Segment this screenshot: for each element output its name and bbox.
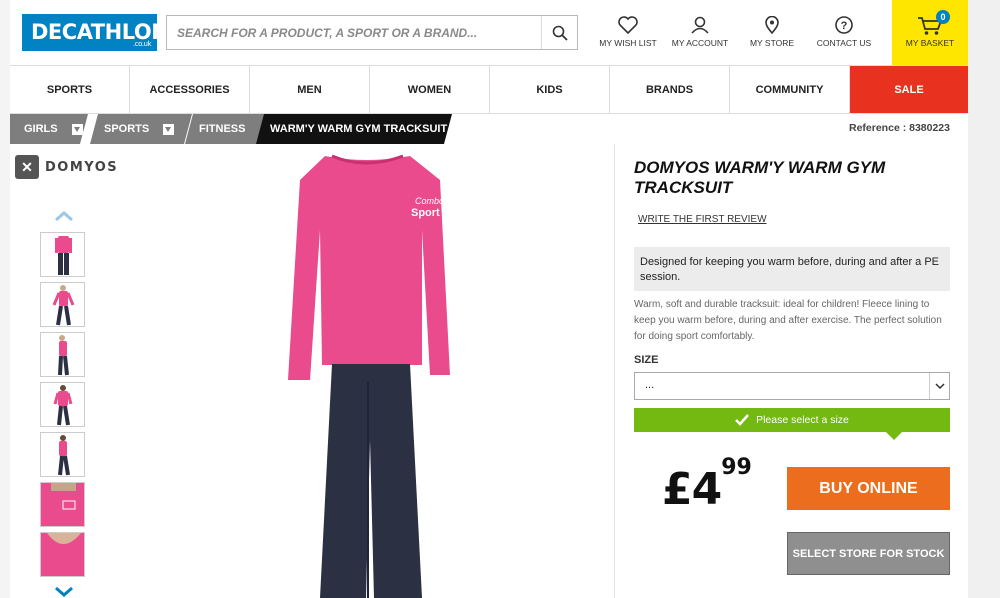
nav-kids[interactable]: KIDS: [490, 66, 610, 113]
thumbnail-front[interactable]: [40, 232, 85, 277]
size-label: SIZE: [634, 354, 659, 366]
nav-accessories[interactable]: ACCESSORIES: [130, 66, 250, 113]
help-icon: ?: [835, 16, 853, 34]
chevron-down-icon[interactable]: [929, 373, 949, 399]
write-review-link[interactable]: WRITE THE FIRST REVIEW: [638, 214, 767, 225]
page: DECATHLON .co.uk MY WISH LIST MY ACCOUNT…: [0, 0, 1000, 598]
chevron-up-icon[interactable]: [54, 210, 74, 222]
column-divider: [614, 144, 615, 598]
chevron-down-icon[interactable]: [54, 586, 74, 598]
breadcrumb-label: GIRLS: [24, 123, 58, 135]
thumbnail-model-back[interactable]: [40, 382, 85, 427]
checkmark-icon: [735, 414, 750, 426]
size-select[interactable]: ...: [634, 372, 950, 400]
breadcrumb-label: FITNESS: [199, 123, 246, 135]
search-icon: [552, 25, 568, 41]
thumbnail-list: [40, 232, 86, 582]
size-notice-text: Please select a size: [756, 414, 849, 426]
logo-domain: .co.uk: [133, 40, 151, 48]
breadcrumb-current: WARM'Y WARM GYM TRACKSUIT: [256, 114, 452, 144]
size-notice: Please select a size: [634, 408, 950, 440]
store-link[interactable]: MY STORE: [737, 16, 807, 56]
thumbnail-model-front[interactable]: [40, 282, 85, 327]
dropdown-icon[interactable]: [163, 124, 174, 135]
breadcrumb-sports[interactable]: SPORTS: [90, 114, 192, 144]
product-page: DECATHLON .co.uk MY WISH LIST MY ACCOUNT…: [10, 0, 968, 598]
thumbnail-model-side[interactable]: [40, 332, 85, 377]
breadcrumb-fitness[interactable]: FITNESS: [185, 114, 265, 144]
search-button[interactable]: [541, 16, 577, 49]
brand-logo: ✕ DOMYOS: [15, 154, 125, 180]
price: £499: [662, 455, 752, 515]
main-navigation: SPORTS ACCESSORIES MEN WOMEN KIDS BRANDS…: [10, 65, 968, 114]
search-bar: [166, 15, 578, 50]
nav-community[interactable]: COMMUNITY: [730, 66, 850, 113]
nav-men[interactable]: MEN: [250, 66, 370, 113]
svg-text:?: ?: [841, 20, 848, 32]
select-store-button[interactable]: SELECT STORE FOR STOCK: [787, 532, 950, 575]
search-input[interactable]: [167, 16, 541, 49]
product-image: Combo Sport: [288, 154, 450, 598]
contact-label: CONTACT US: [816, 38, 872, 48]
breadcrumb-label: SPORTS: [104, 123, 150, 135]
nav-sports[interactable]: SPORTS: [10, 66, 130, 113]
price-pence: 99: [721, 455, 752, 481]
basket-button[interactable]: 0 MY BASKET: [892, 0, 968, 65]
dropdown-icon[interactable]: [72, 124, 83, 135]
buy-online-button[interactable]: BUY ONLINE: [787, 467, 950, 510]
thumbnail-model-side-2[interactable]: [40, 432, 85, 477]
nav-brands[interactable]: BRANDS: [610, 66, 730, 113]
account-link[interactable]: MY ACCOUNT: [665, 16, 735, 56]
decathlon-logo[interactable]: DECATHLON .co.uk: [22, 14, 169, 51]
basket-label: MY BASKET: [905, 38, 955, 48]
store-label: MY STORE: [749, 38, 795, 48]
breadcrumb-label: WARM'Y WARM GYM TRACKSUIT: [270, 123, 448, 135]
brand-name: DOMYOS: [45, 159, 119, 175]
product-title: DOMYOS WARM'Y WARM GYM TRACKSUIT: [634, 158, 886, 197]
contact-link[interactable]: ? CONTACT US: [809, 16, 879, 56]
price-main: £4: [662, 464, 722, 515]
account-label: MY ACCOUNT: [671, 38, 729, 48]
size-select-value: ...: [645, 379, 655, 391]
nav-women[interactable]: WOMEN: [370, 66, 490, 113]
heart-icon: [618, 16, 638, 34]
breadcrumb: GIRLS SPORTS FITNESS WARM'Y WARM GYM TRA…: [10, 114, 460, 144]
thumbnail-detail-collar[interactable]: [40, 532, 85, 577]
svg-text:Sport: Sport: [411, 207, 440, 219]
svg-text:Combo: Combo: [415, 196, 444, 206]
domyos-mark-icon: ✕: [15, 155, 39, 179]
user-icon: [691, 16, 709, 34]
wishlist-link[interactable]: MY WISH LIST: [593, 16, 663, 56]
nav-sale[interactable]: SALE: [850, 66, 968, 113]
breadcrumb-girls[interactable]: GIRLS: [10, 114, 88, 144]
product-reference: Reference : 8380223: [849, 122, 950, 134]
short-description: Designed for keeping you warm before, du…: [634, 247, 950, 291]
right-page-edge: [968, 0, 1000, 598]
long-description: Warm, soft and durable tracksuit: ideal …: [634, 299, 942, 342]
location-pin-icon: [765, 16, 779, 34]
wishlist-label: MY WISH LIST: [599, 38, 657, 48]
basket-count: 0: [936, 10, 950, 24]
thumbnail-detail-print[interactable]: [40, 482, 85, 527]
left-page-edge: [0, 0, 10, 598]
